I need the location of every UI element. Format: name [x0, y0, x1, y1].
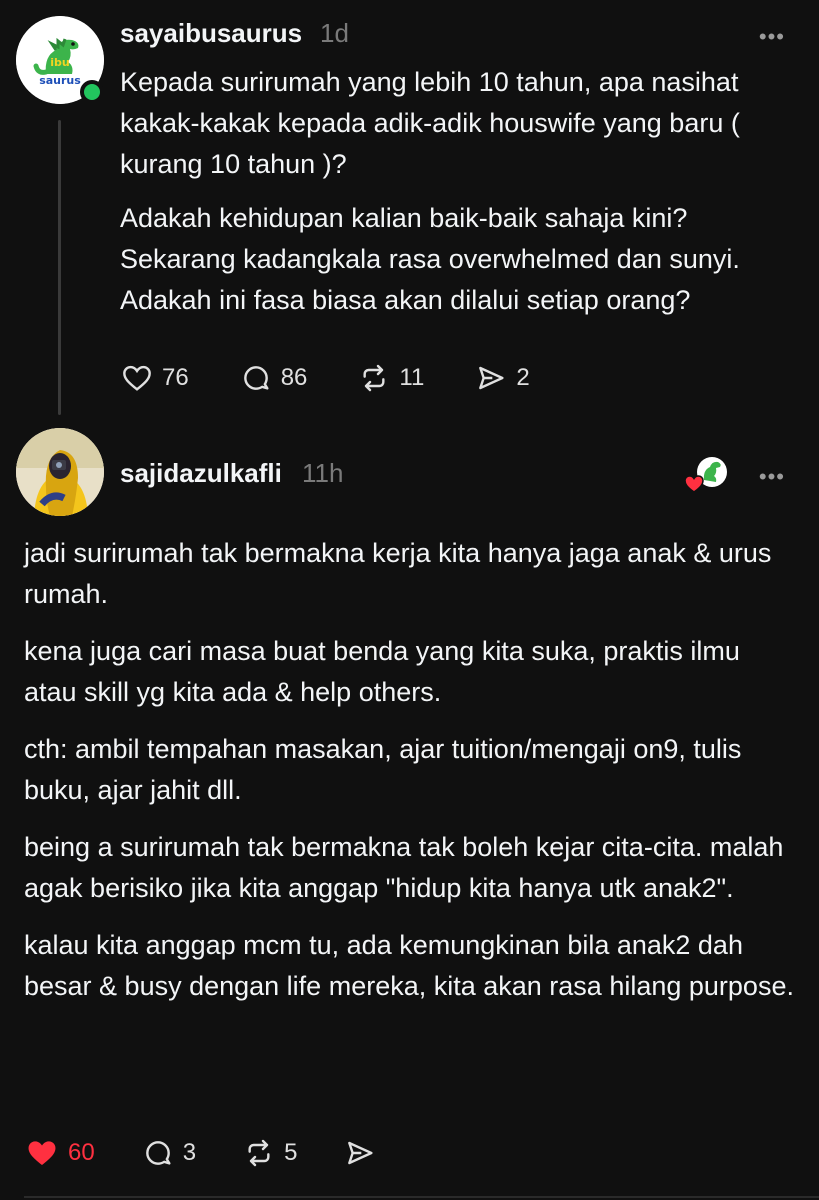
original-post: ibu saurus sayaibusaurus 1d ••• Kepada s…	[0, 0, 819, 420]
profile-photo	[16, 428, 104, 516]
reply-paragraph: cth: ambil tempahan masakan, ajar tuitio…	[24, 734, 742, 805]
repost-count: 5	[284, 1139, 298, 1166]
send-icon	[479, 366, 504, 390]
post-body: Kepada surirumah yang lebih 10 tahun, ap…	[120, 62, 800, 334]
repost-icon	[363, 364, 385, 392]
share-button[interactable]: 2	[474, 362, 530, 394]
post-username[interactable]: sayaibusaurus	[120, 18, 302, 49]
reply-body: jadi surirumah tak bermakna kerja kita h…	[24, 533, 794, 1023]
more-options-icon[interactable]: •••	[759, 464, 785, 490]
like-button[interactable]: 60	[24, 1136, 95, 1170]
comment-icon	[145, 1141, 171, 1165]
repost-count: 11	[399, 364, 425, 391]
comment-button[interactable]: 3	[141, 1137, 196, 1169]
svg-text:ibu: ibu	[50, 56, 69, 69]
more-options-icon[interactable]: •••	[759, 24, 785, 50]
post-actions: 76 86 11 2	[120, 362, 580, 394]
comment-count: 86	[280, 364, 308, 391]
avatar-sajidazulkafli[interactable]	[16, 428, 104, 516]
reply-paragraph: kena juga cari masa buat benda yang kita…	[24, 636, 740, 707]
repost-button[interactable]: 5	[242, 1137, 297, 1169]
reply-paragraph: jadi surirumah tak bermakna kerja kita h…	[24, 538, 772, 609]
author-liked-indicator	[684, 456, 730, 496]
post-paragraph: Kepada surirumah yang lebih 10 tahun, ap…	[120, 67, 740, 179]
share-button[interactable]	[343, 1137, 385, 1169]
comment-button[interactable]: 86	[239, 362, 308, 394]
repost-icon	[248, 1139, 270, 1167]
reply-paragraph: kalau kita anggap mcm tu, ada kemungkina…	[24, 930, 794, 1001]
send-icon	[348, 1141, 373, 1165]
like-count: 60	[68, 1139, 95, 1166]
reply-timestamp: 11h	[302, 458, 344, 488]
comment-count: 3	[182, 1139, 197, 1166]
heart-filled-icon	[28, 1141, 56, 1166]
divider	[24, 1196, 819, 1198]
reply-actions: 60 3 5	[24, 1136, 435, 1170]
share-count: 2	[516, 364, 530, 391]
post-paragraph: Adakah kehidupan kalian baik-baik sahaja…	[120, 203, 740, 315]
repost-button[interactable]: 11	[357, 362, 424, 394]
thread-line	[58, 120, 61, 415]
reply-paragraph: being a surirumah tak bermakna tak boleh…	[24, 832, 784, 903]
reply-username[interactable]: sajidazulkafli	[120, 458, 282, 489]
svg-text:saurus: saurus	[39, 74, 81, 87]
heart-icon	[123, 365, 151, 391]
post-timestamp: 1d	[320, 18, 349, 48]
online-status-dot	[80, 80, 104, 104]
like-button[interactable]: 76	[120, 362, 189, 394]
like-count: 76	[162, 364, 189, 391]
comment-icon	[243, 366, 269, 390]
liked-by-author-icon	[684, 457, 727, 493]
